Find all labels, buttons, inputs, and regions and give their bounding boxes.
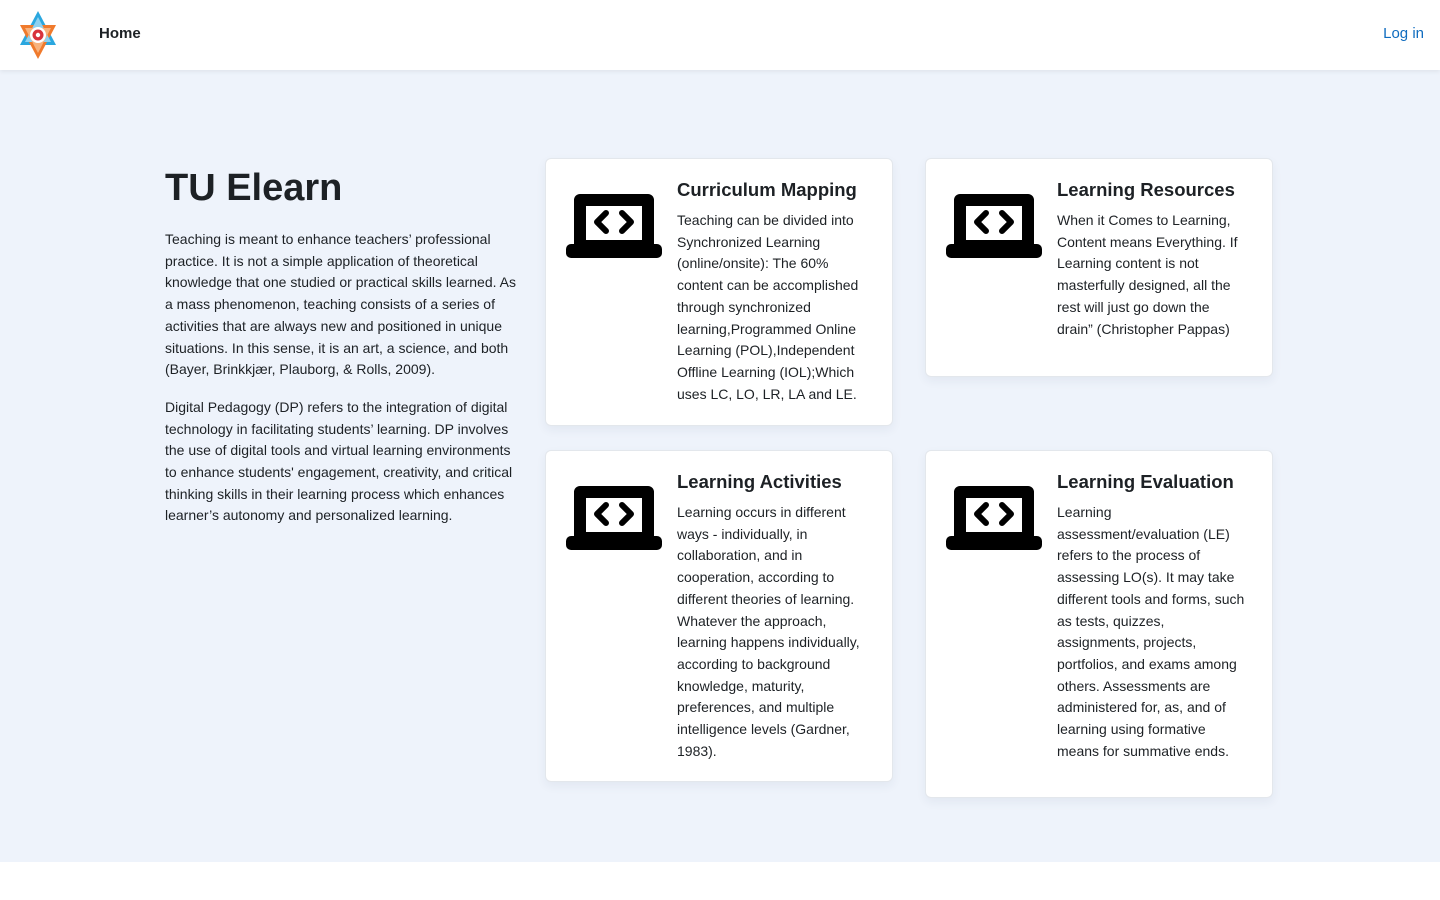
- intro-paragraph-digital-pedagogy: Digital Pedagogy (DP) refers to the inte…: [165, 398, 513, 524]
- card-body: Learning Activities Learning occurs in d…: [677, 471, 867, 762]
- card-text: Learning occurs in different ways - indi…: [677, 504, 860, 759]
- tu-star-logo-icon[interactable]: [16, 9, 60, 61]
- card-title: Learning Resources: [1057, 179, 1235, 200]
- laptop-code-icon: [566, 194, 662, 258]
- card-learning-evaluation: Learning Evaluation Learning assessment/…: [925, 450, 1273, 798]
- card-text: Learning assessment/evaluation (LE) refe…: [1057, 504, 1245, 759]
- card-body: Curriculum Mapping Teaching can be divid…: [677, 179, 867, 405]
- card-title: Learning Activities: [677, 471, 842, 492]
- intro-paragraph-teaching: Teaching is meant to enhance teachers’ p…: [165, 231, 516, 378]
- card-body: Learning Evaluation Learning assessment/…: [1057, 471, 1247, 762]
- laptop-code-icon: [946, 194, 1042, 258]
- card-curriculum-mapping: Curriculum Mapping Teaching can be divid…: [545, 158, 893, 426]
- main-content: TU Elearn Teaching is meant to enhance t…: [0, 70, 1440, 862]
- card-body: Learning Resources When it Comes to Lear…: [1057, 179, 1247, 340]
- login-link[interactable]: Log in: [1383, 24, 1424, 44]
- card-title: Curriculum Mapping: [677, 179, 857, 200]
- laptop-code-icon: [946, 486, 1042, 550]
- card-text: Teaching can be divided into Synchronize…: [677, 212, 859, 402]
- nav-home-link[interactable]: Home: [99, 24, 141, 44]
- card-title: Learning Evaluation: [1057, 471, 1234, 492]
- card-learning-activities: Learning Activities Learning occurs in d…: [545, 450, 893, 782]
- card-learning-resources: Learning Resources When it Comes to Lear…: [925, 158, 1273, 377]
- intro-section: TU Elearn Teaching is meant to enhance t…: [165, 165, 517, 527]
- card-text: When it Comes to Learning, Content means…: [1057, 212, 1238, 337]
- laptop-code-icon: [566, 486, 662, 550]
- top-navbar: Home Log in: [0, 0, 1440, 70]
- footer-area: [0, 862, 1440, 900]
- page-title: TU Elearn: [165, 167, 343, 209]
